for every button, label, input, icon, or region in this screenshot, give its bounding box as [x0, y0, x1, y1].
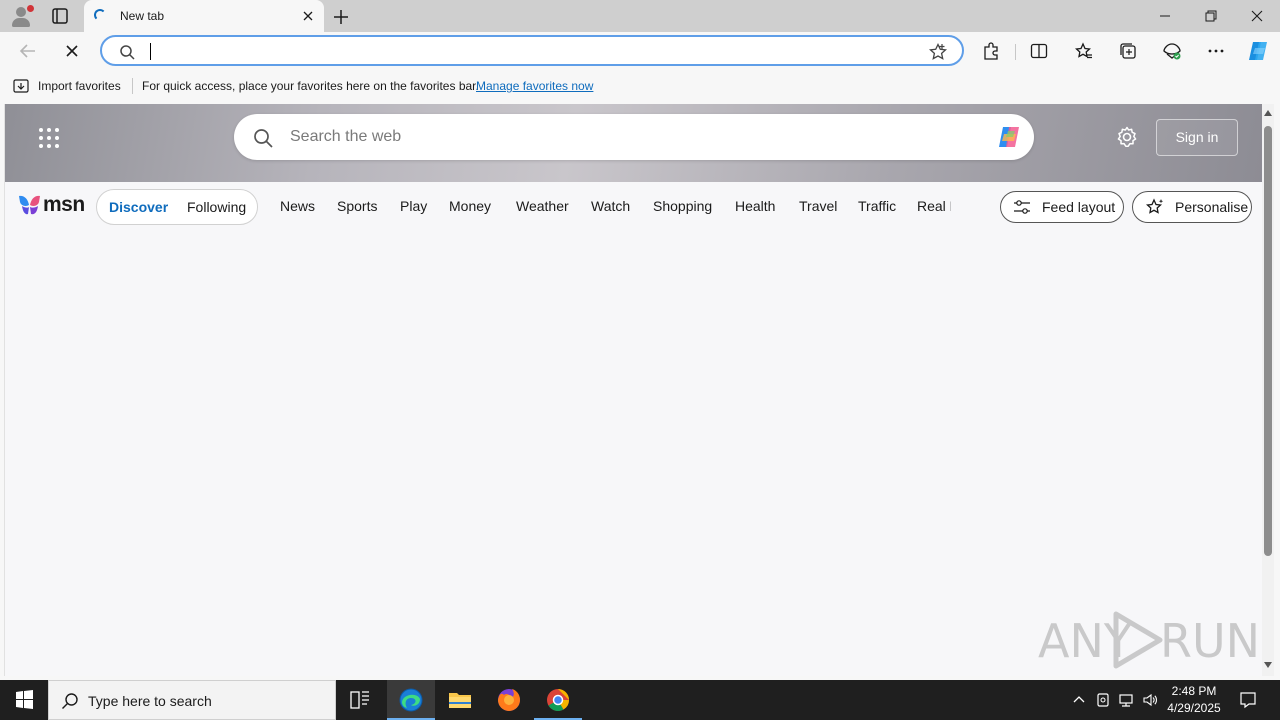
msn-page: Search the web Sign in msn Discover Foll… [4, 104, 1262, 676]
search-icon [61, 692, 79, 710]
msn-logo-text: msn [43, 193, 85, 216]
new-tab-button[interactable] [330, 6, 352, 28]
nav-link-sports[interactable]: Sports [337, 198, 377, 214]
task-view-button[interactable] [336, 680, 384, 720]
edge-icon [399, 688, 423, 712]
add-favorite-icon[interactable] [928, 42, 948, 62]
toolbar-divider [1015, 44, 1016, 60]
folder-icon [449, 693, 471, 708]
more-options-icon[interactable] [1206, 41, 1226, 61]
nav-link-real-estate[interactable]: Real E [917, 198, 951, 214]
nav-link-watch[interactable]: Watch [591, 198, 630, 214]
split-screen-icon[interactable] [1029, 41, 1049, 61]
close-tab-icon[interactable] [300, 8, 316, 24]
sign-in-button[interactable]: Sign in [1156, 119, 1238, 156]
chrome-icon [547, 689, 569, 711]
stop-loading-button[interactable] [60, 39, 84, 63]
nav-link-money[interactable]: Money [449, 198, 491, 214]
manage-favorites-link[interactable]: Manage favorites now [476, 79, 593, 93]
apps-launcher-icon[interactable] [39, 128, 59, 148]
msn-search-placeholder: Search the web [290, 128, 402, 145]
minimize-button[interactable] [1142, 0, 1188, 32]
collections-icon[interactable] [1118, 41, 1138, 61]
search-icon [252, 127, 274, 149]
scroll-up-arrow-icon[interactable] [1264, 110, 1272, 116]
taskbar-chrome[interactable] [534, 680, 582, 720]
scroll-thumb[interactable] [1264, 126, 1272, 556]
scroll-down-arrow-icon[interactable] [1264, 662, 1272, 668]
msn-category-nav: News Sports Play Money Weather Watch Sho… [268, 198, 951, 218]
start-button[interactable] [0, 680, 48, 720]
watermark-play-icon [1113, 611, 1163, 669]
settings-gear-icon[interactable] [1115, 125, 1139, 149]
tab-title: New tab [120, 9, 165, 23]
text-caret [150, 43, 151, 60]
msn-search-box[interactable]: Search the web [234, 114, 1034, 160]
tab-new-tab[interactable]: New tab [84, 0, 324, 32]
taskbar-firefox[interactable] [485, 680, 533, 720]
close-window-button[interactable] [1234, 0, 1280, 32]
feed-tab-switcher: Discover Following [96, 189, 258, 225]
personalise-button[interactable]: Personalise [1132, 191, 1252, 223]
copilot-icon[interactable] [1245, 38, 1271, 64]
back-button[interactable] [16, 39, 40, 63]
taskbar-search-box[interactable]: Type here to search [48, 680, 336, 720]
msn-nav-row: msn Discover Following News Sports Play … [5, 182, 1262, 232]
taskbar-search-placeholder: Type here to search [88, 693, 212, 709]
nav-link-play[interactable]: Play [400, 198, 427, 214]
taskbar-file-explorer[interactable] [436, 680, 484, 720]
windows-taskbar: Type here to search 2:48 PM 4/29/2025 [0, 680, 1280, 720]
nav-link-weather[interactable]: Weather [516, 198, 569, 214]
favorites-message: For quick access, place your favorites h… [142, 79, 479, 93]
page-scrollbar[interactable] [1262, 104, 1274, 676]
favorites-divider [132, 78, 133, 94]
clock-time: 2:48 PM [1171, 684, 1217, 698]
msn-header: Search the web Sign in [5, 104, 1262, 182]
taskbar-clock[interactable]: 2:48 PM 4/29/2025 [1160, 683, 1228, 717]
notification-center-icon[interactable] [1238, 690, 1258, 710]
device-icon[interactable] [1095, 692, 1111, 708]
sliders-icon [1013, 199, 1031, 215]
nav-link-news[interactable]: News [280, 198, 315, 214]
search-icon [118, 43, 136, 61]
watermark-text-right: RUN [1160, 614, 1261, 668]
import-favorites-icon [13, 78, 31, 94]
address-bar[interactable] [100, 35, 964, 66]
nav-link-shopping[interactable]: Shopping [653, 198, 712, 214]
browser-essentials-icon[interactable] [1162, 41, 1182, 61]
extensions-icon[interactable] [981, 41, 1001, 61]
firefox-icon [498, 689, 520, 711]
anyrun-watermark: ANY RUN [1038, 608, 1260, 672]
network-icon[interactable] [1118, 692, 1134, 708]
title-bar: New tab [0, 0, 1280, 32]
tab-discover[interactable]: Discover [109, 199, 168, 215]
browser-toolbar [0, 32, 1280, 70]
favorites-icon[interactable] [1074, 41, 1094, 61]
profile-icon[interactable] [8, 4, 34, 28]
copilot-icon[interactable] [994, 122, 1024, 152]
loading-icon [94, 9, 106, 21]
personalise-label: Personalise [1175, 199, 1249, 215]
windows-logo-icon [16, 690, 33, 709]
star-sparkle-icon [1145, 198, 1165, 216]
volume-icon[interactable] [1142, 692, 1158, 708]
clock-date: 4/29/2025 [1167, 701, 1221, 715]
msn-logo[interactable]: msn [17, 191, 87, 219]
msn-butterfly-icon [19, 195, 40, 215]
show-hidden-icons-chevron-icon[interactable] [1071, 692, 1087, 708]
taskbar-edge[interactable] [387, 680, 435, 720]
address-input[interactable] [152, 41, 912, 61]
favorites-bar: Import favorites For quick access, place… [0, 70, 1280, 102]
tab-actions-icon[interactable] [50, 6, 70, 26]
import-favorites-button[interactable]: Import favorites [38, 79, 121, 93]
tab-following[interactable]: Following [187, 199, 246, 215]
feed-layout-label: Feed layout [1042, 199, 1116, 215]
nav-link-health[interactable]: Health [735, 198, 775, 214]
restore-button[interactable] [1188, 0, 1234, 32]
nav-link-traffic[interactable]: Traffic [858, 198, 896, 214]
task-view-icon [350, 691, 369, 709]
nav-link-travel[interactable]: Travel [799, 198, 837, 214]
feed-layout-button[interactable]: Feed layout [1000, 191, 1124, 223]
